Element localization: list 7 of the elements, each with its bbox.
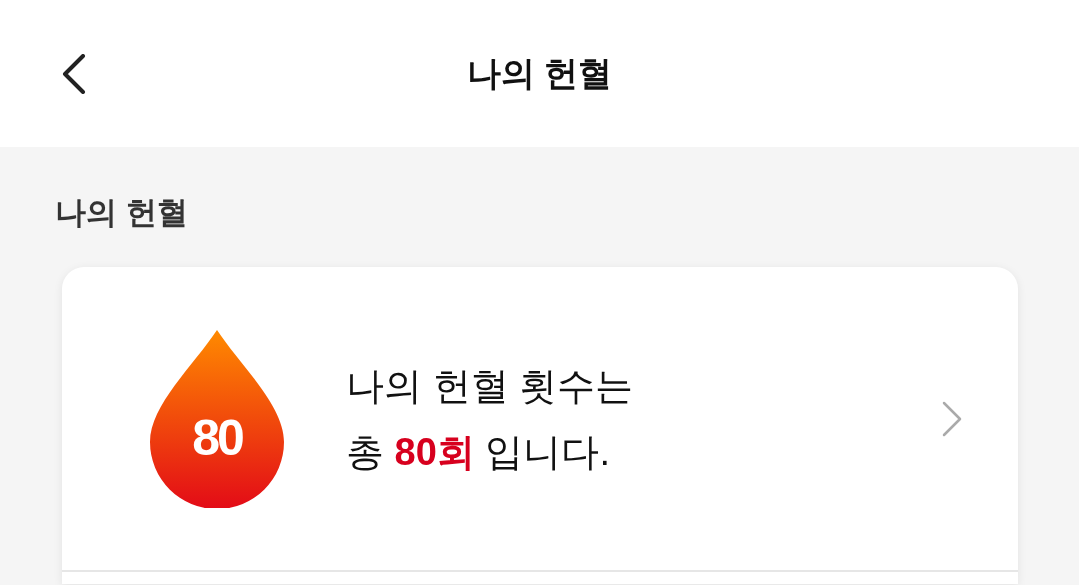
donation-count-message: 나의 헌혈 횟수는 총 80회 입니다.	[346, 363, 634, 475]
donation-count-text: 80	[191, 409, 244, 466]
section-title: 나의 헌혈	[55, 194, 189, 232]
chevron-right-icon	[942, 400, 962, 437]
donation-card[interactable]: 80 나의 헌혈 횟수는 총 80회 입니다.	[62, 267, 1018, 584]
back-icon	[61, 54, 87, 94]
page-title: 나의 헌혈	[466, 53, 613, 94]
